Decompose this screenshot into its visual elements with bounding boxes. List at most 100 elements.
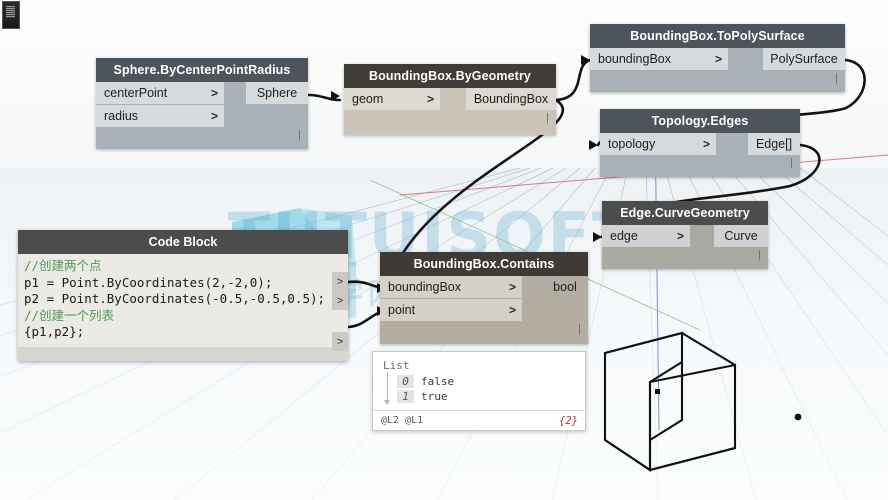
output-port-label: BoundingBox — [473, 92, 549, 106]
code-line-3: {p1,p2}; — [24, 324, 85, 339]
output-port-polysurface[interactable]: PolySurface — [763, 48, 845, 70]
node-footer: | — [600, 155, 800, 177]
resize-grip-icon[interactable]: | — [578, 323, 581, 335]
chevron-right-icon: > — [714, 52, 722, 66]
node-code-block[interactable]: Code Block //创建两个点 p1 = Point.ByCoordina… — [18, 230, 348, 361]
output-port-curve[interactable]: Curve — [714, 225, 768, 247]
resize-grip-icon[interactable]: | — [298, 129, 301, 141]
list-item: 0 false — [397, 374, 577, 389]
code-block-output-port-2[interactable]: > — [332, 291, 348, 310]
input-port-label: boundingBox — [388, 280, 461, 294]
list-level-indicator[interactable]: @L2 @L1 — [381, 415, 423, 426]
node-title: Edge.CurveGeometry — [602, 201, 768, 225]
list-item-value: true — [421, 390, 448, 403]
preview-list: List 0 false 1 true — [373, 352, 585, 410]
chevron-right-icon: > — [210, 86, 218, 100]
resize-grip-icon[interactable]: | — [790, 157, 793, 169]
code-line-2: p2 = Point.ByCoordinates(-0.5,-0.5,0.5); — [24, 291, 326, 306]
resize-grip-icon[interactable]: | — [546, 112, 549, 124]
node-input-row[interactable]: boundingBox > PolySurface — [590, 48, 845, 70]
output-port-boundingbox[interactable]: BoundingBox — [466, 88, 556, 110]
node-title: BoundingBox.ByGeometry — [344, 64, 556, 88]
node-footer: | — [590, 70, 845, 92]
node-footer: | — [602, 247, 768, 269]
input-port-point[interactable]: point > — [380, 299, 522, 321]
node-body: boundingBox > bool point > | — [380, 276, 588, 344]
node-footer: | — [380, 321, 588, 344]
node-footer: | — [96, 127, 308, 149]
thumbnail-icon[interactable] — [2, 1, 20, 29]
input-port-boundingbox[interactable]: boundingBox > — [590, 48, 728, 70]
list-item-value: false — [421, 375, 455, 388]
input-port-label: topology — [608, 137, 656, 151]
code-line-comment-2: //创建一个列表 — [24, 307, 115, 323]
input-port-boundingbox[interactable]: boundingBox > — [380, 276, 522, 298]
code-block-output-port-3[interactable]: > — [332, 332, 348, 351]
code-block-footer — [18, 346, 348, 361]
list-count-badge: {2} — [559, 414, 578, 427]
node-body: geom > BoundingBox | — [344, 88, 556, 135]
input-port-radius[interactable]: radius > — [96, 105, 224, 127]
resize-grip-icon[interactable]: | — [758, 249, 761, 261]
node-boundingbox-bygeometry[interactable]: BoundingBox.ByGeometry geom > BoundingBo… — [344, 64, 556, 135]
list-item-index: 1 — [397, 390, 414, 403]
chevron-right-icon: > — [676, 229, 684, 243]
list-item: 1 true — [397, 389, 577, 404]
node-input-row[interactable]: point > — [380, 299, 588, 321]
node-footer: | — [344, 110, 556, 135]
chevron-right-icon: > — [210, 109, 218, 123]
node-sphere-bycenterpointradius[interactable]: Sphere.ByCenterPointRadius centerPoint >… — [96, 58, 308, 149]
node-input-row[interactable]: geom > BoundingBox — [344, 88, 556, 110]
input-port-label: point — [388, 303, 416, 317]
dynamo-workspace: TUTUISOFT 腿腿教学网 — [0, 0, 888, 500]
node-input-row[interactable]: boundingBox > bool — [380, 276, 588, 298]
node-input-row[interactable]: centerPoint > Sphere — [96, 82, 308, 104]
output-port-label: Curve — [724, 229, 758, 243]
node-topology-edges[interactable]: Topology.Edges topology > Edge[] | — [600, 109, 800, 177]
thumbnail-glyph — [6, 6, 15, 18]
code-line-comment-1: //创建两个点 — [24, 258, 102, 273]
output-port-sphere[interactable]: Sphere — [246, 82, 308, 104]
input-port-edge[interactable]: edge > — [602, 225, 690, 247]
chevron-right-icon: > — [426, 92, 434, 106]
node-input-row[interactable]: radius > — [96, 105, 308, 127]
node-body: topology > Edge[] | — [600, 133, 800, 177]
output-port-edge-array[interactable]: Edge[] — [748, 133, 800, 155]
input-port-label: boundingBox — [598, 52, 671, 66]
chevron-right-icon: > — [336, 275, 344, 288]
preview-footer: @L2 @L1 {2} — [373, 410, 585, 430]
input-port-label: centerPoint — [104, 86, 168, 100]
input-port-centerpoint[interactable]: centerPoint > — [96, 82, 224, 104]
node-title: BoundingBox.Contains — [380, 252, 588, 276]
node-title: Sphere.ByCenterPointRadius — [96, 58, 308, 82]
node-title: Topology.Edges — [600, 109, 800, 133]
chevron-right-icon: > — [508, 280, 516, 294]
list-item-index: 0 — [397, 375, 414, 388]
list-bracket-icon — [387, 372, 388, 402]
output-port-label: Sphere — [256, 86, 298, 100]
node-body: boundingBox > PolySurface | — [590, 48, 845, 92]
code-line-1: p1 = Point.ByCoordinates(2,-2,0); — [24, 274, 273, 290]
node-boundingbox-contains[interactable]: BoundingBox.Contains boundingBox > bool … — [380, 252, 588, 344]
node-boundingbox-topolysurface[interactable]: BoundingBox.ToPolySurface boundingBox > … — [590, 24, 845, 92]
code-block-output-port-1[interactable]: > — [332, 272, 348, 291]
output-port-label: PolySurface — [770, 52, 838, 66]
chevron-right-icon: > — [702, 137, 710, 151]
code-block-editor[interactable]: //创建两个点 p1 = Point.ByCoordinates(2,-2,0)… — [18, 254, 348, 351]
list-arrow-icon — [384, 400, 390, 405]
input-port-label: edge — [610, 229, 638, 243]
chevron-right-icon: > — [336, 294, 344, 307]
resize-grip-icon[interactable]: | — [835, 72, 838, 84]
node-input-row[interactable]: topology > Edge[] — [600, 133, 800, 155]
output-port-label: bool — [553, 280, 577, 294]
input-port-geom[interactable]: geom > — [344, 88, 440, 110]
node-input-row[interactable]: edge > Curve — [602, 225, 768, 247]
input-port-topology[interactable]: topology > — [600, 133, 716, 155]
output-port-label: Edge[] — [755, 137, 793, 151]
node-preview-bubble[interactable]: List 0 false 1 true @L2 @L1 {2} — [372, 351, 586, 431]
node-title: Code Block — [18, 230, 348, 254]
output-port-bool[interactable]: bool — [542, 276, 588, 298]
preview-list-header: List — [383, 359, 410, 372]
node-edge-curvegeometry[interactable]: Edge.CurveGeometry edge > Curve | — [602, 201, 768, 269]
node-title: BoundingBox.ToPolySurface — [590, 24, 845, 48]
